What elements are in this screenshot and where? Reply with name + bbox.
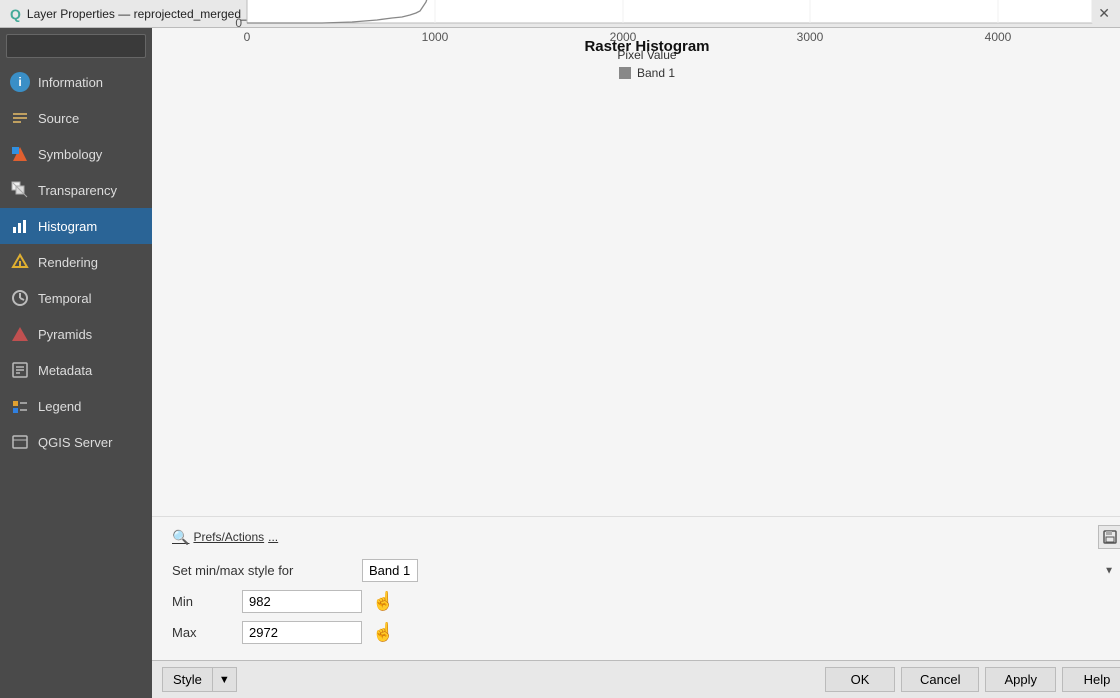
- sidebar-item-information[interactable]: i Information: [0, 64, 152, 100]
- band-select-row: Set min/max style for Band 1: [172, 559, 1120, 582]
- sidebar-label-source: Source: [38, 111, 79, 126]
- sidebar-label-qgis-server: QGIS Server: [38, 435, 112, 450]
- sidebar-item-metadata[interactable]: Metadata: [0, 352, 152, 388]
- apply-button[interactable]: Apply: [985, 667, 1056, 692]
- information-icon: i: [10, 72, 30, 92]
- content-area: Raster Histogram Frequency: [152, 28, 1120, 698]
- svg-text:1000: 1000: [422, 30, 449, 44]
- sidebar-item-legend[interactable]: Legend: [0, 388, 152, 424]
- sidebar-label-rendering: Rendering: [38, 255, 98, 270]
- sidebar-label-histogram: Histogram: [38, 219, 97, 234]
- source-icon: [10, 108, 30, 128]
- sidebar-item-source[interactable]: Source: [0, 100, 152, 136]
- sidebar-label-information: Information: [38, 75, 103, 90]
- max-pick-icon[interactable]: ☝: [372, 622, 394, 643]
- symbology-icon: [10, 144, 30, 164]
- max-row: Max ☝: [172, 621, 1120, 644]
- chart-container: Raster Histogram Frequency: [152, 28, 1120, 516]
- histogram-icon: [10, 216, 30, 236]
- svg-text:4000: 4000: [985, 30, 1012, 44]
- app-icon: Q: [10, 6, 21, 22]
- rendering-icon: [10, 252, 30, 272]
- style-group: Style ▼: [162, 667, 237, 692]
- min-max-style-label: Set min/max style for: [172, 563, 352, 578]
- controls-area: 🔍 Prefs/Actions ... Set min/max style fo…: [152, 516, 1120, 660]
- sidebar-item-qgis-server[interactable]: QGIS Server: [0, 424, 152, 460]
- pyramids-icon: [10, 324, 30, 344]
- help-button[interactable]: Help: [1062, 667, 1120, 692]
- action-buttons: OK Cancel Apply Help: [825, 667, 1120, 692]
- sidebar-item-histogram[interactable]: Histogram: [0, 208, 152, 244]
- min-input[interactable]: [242, 590, 362, 613]
- prefs-ellipsis: ...: [268, 530, 278, 544]
- sidebar-label-metadata: Metadata: [38, 363, 92, 378]
- max-label: Max: [172, 625, 232, 640]
- sidebar-label-pyramids: Pyramids: [38, 327, 92, 342]
- sidebar-item-transparency[interactable]: Transparency: [0, 172, 152, 208]
- sidebar-label-symbology: Symbology: [38, 147, 102, 162]
- svg-text:3000: 3000: [797, 30, 824, 44]
- prefs-magnifier-icon: 🔍: [172, 529, 189, 546]
- metadata-icon: [10, 360, 30, 380]
- bottom-bar: Style ▼ OK Cancel Apply Help: [152, 660, 1120, 698]
- sidebar-label-legend: Legend: [38, 399, 81, 414]
- chart-legend: Band 1: [172, 66, 1120, 80]
- min-pick-icon[interactable]: ☝: [372, 591, 394, 612]
- max-input[interactable]: [242, 621, 362, 644]
- search-input[interactable]: [6, 34, 146, 58]
- band-select[interactable]: Band 1: [362, 559, 418, 582]
- cancel-button[interactable]: Cancel: [901, 667, 979, 692]
- temporal-icon: [10, 288, 30, 308]
- legend-icon: [10, 396, 30, 416]
- transparency-icon: [10, 180, 30, 200]
- sidebar-item-rendering[interactable]: Rendering: [0, 244, 152, 280]
- ok-button[interactable]: OK: [825, 667, 895, 692]
- min-label: Min: [172, 594, 232, 609]
- prefs-actions-link[interactable]: 🔍 Prefs/Actions ...: [172, 529, 278, 546]
- style-dropdown-button[interactable]: ▼: [213, 667, 237, 692]
- sidebar-item-symbology[interactable]: Symbology: [0, 136, 152, 172]
- save-button[interactable]: [1098, 525, 1120, 549]
- style-button[interactable]: Style: [162, 667, 213, 692]
- svg-text:0: 0: [244, 30, 251, 44]
- sidebar: i Information Source Symbology Transpare…: [0, 28, 152, 698]
- legend-color-box: [619, 67, 631, 79]
- svg-text:2000: 2000: [610, 30, 637, 44]
- svg-text:0: 0: [235, 16, 242, 30]
- sidebar-label-transparency: Transparency: [38, 183, 117, 198]
- min-row: Min ☝: [172, 590, 1120, 613]
- sidebar-item-temporal[interactable]: Temporal: [0, 280, 152, 316]
- band-select-wrapper: Band 1: [362, 559, 1120, 582]
- qgis-server-icon: [10, 432, 30, 452]
- sidebar-label-temporal: Temporal: [38, 291, 91, 306]
- prefs-label: Prefs/Actions: [193, 530, 264, 544]
- sidebar-item-pyramids[interactable]: Pyramids: [0, 316, 152, 352]
- legend-band-label: Band 1: [637, 66, 675, 80]
